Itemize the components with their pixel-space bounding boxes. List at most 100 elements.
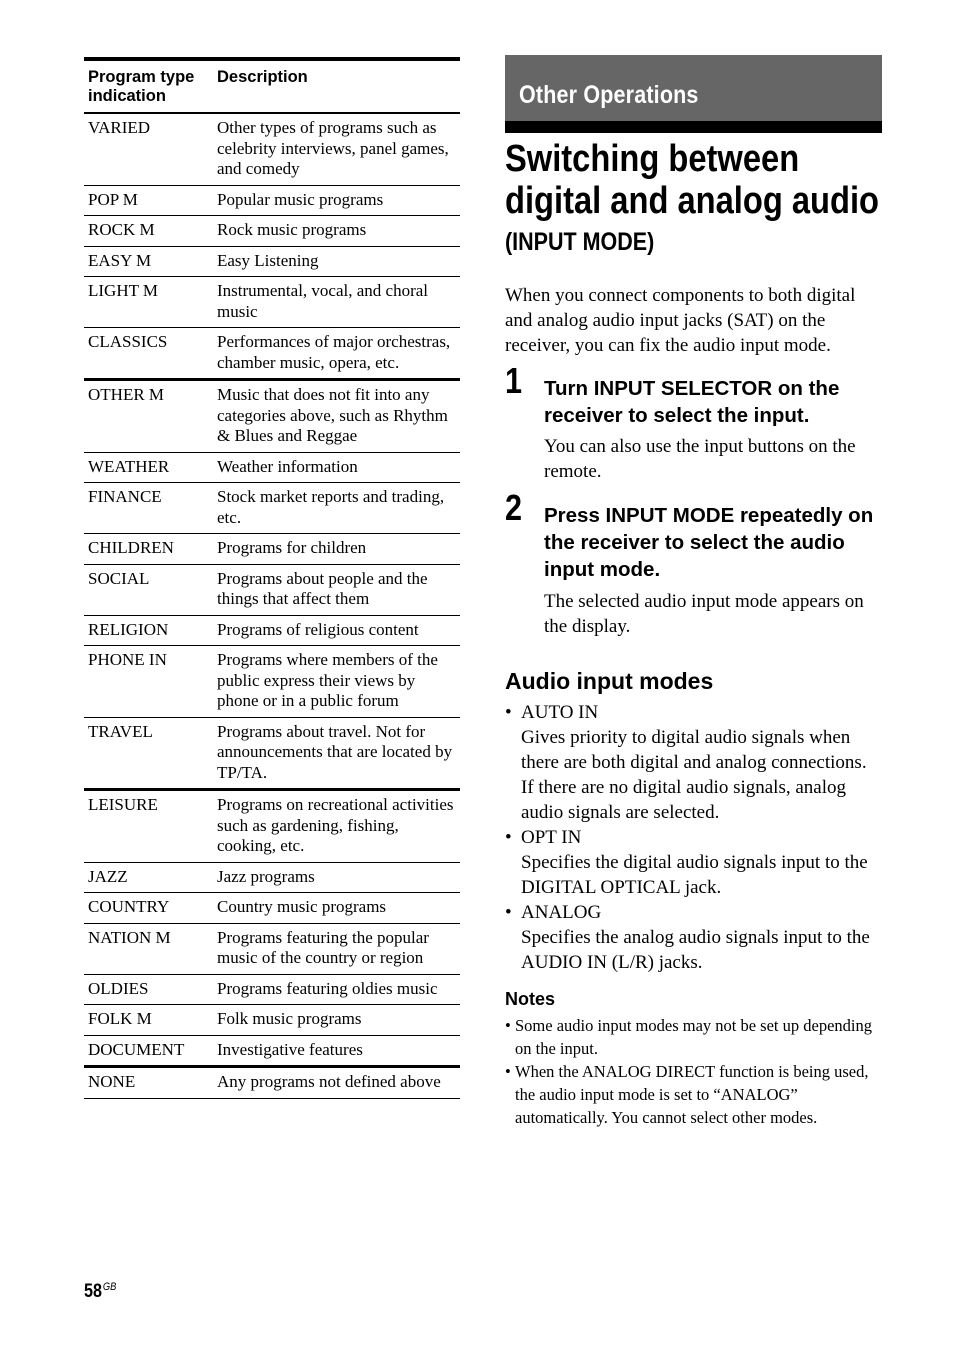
note-item: • Some audio input modes may not be set … <box>505 1014 882 1060</box>
program-type-cell: POP M <box>84 185 213 216</box>
program-type-cell: TRAVEL <box>84 717 213 790</box>
table-row: PHONE IN Programs where members of the pu… <box>84 645 460 718</box>
table-row: FINANCE Stock market reports and trading,… <box>84 482 460 534</box>
note-text: Some audio input modes may not be set up… <box>515 1016 872 1058</box>
mode-name: AUTO IN <box>521 702 599 723</box>
audio-input-modes-heading: Audio input modes <box>505 668 714 694</box>
step-2-heading: Press INPUT MODE repeatedly on the recei… <box>544 504 874 581</box>
step-1-number: 1 <box>505 360 523 401</box>
audio-input-modes-list: • AUTO IN Gives priority to digital audi… <box>505 700 882 975</box>
program-type-cell: EASY M <box>84 246 213 277</box>
table-row: NONE Any programs not defined above <box>84 1065 460 1099</box>
program-type-cell: NONE <box>84 1065 213 1099</box>
notes-list: • Some audio input modes may not be set … <box>505 1014 882 1129</box>
table-row: WEATHER Weather information <box>84 452 460 483</box>
program-type-cell: LIGHT M <box>84 276 213 328</box>
program-type-cell: COUNTRY <box>84 892 213 924</box>
step-2-number: 2 <box>505 487 523 528</box>
step-1-heading: Turn INPUT SELECTOR on the receiver to s… <box>544 377 840 427</box>
program-type-cell: RELIGION <box>84 615 213 646</box>
mode-description: Specifies the analog audio signals input… <box>521 927 870 973</box>
mode-item-analog: • ANALOG Specifies the analog audio sign… <box>505 900 882 975</box>
description-cell: Programs for children <box>213 533 460 565</box>
bullet-icon: • <box>505 702 512 723</box>
program-type-cell: OLDIES <box>84 974 213 1005</box>
description-cell: Weather information <box>213 452 460 483</box>
page-number-suffix: GB <box>102 1281 117 1293</box>
program-type-cell: CLASSICS <box>84 327 213 380</box>
description-cell: Programs about people and the things tha… <box>213 564 460 616</box>
description-cell: Folk music programs <box>213 1004 460 1036</box>
bullet-icon: • <box>505 827 512 848</box>
description-cell: Programs featuring the popular music of … <box>213 923 460 975</box>
description-cell: Performances of major orchestras, chambe… <box>213 327 460 380</box>
table-body: VARIED Other types of programs such as ce… <box>84 113 460 1099</box>
mode-description: Specifies the digital audio signals inpu… <box>521 852 868 898</box>
program-type-cell: JAZZ <box>84 862 213 893</box>
table-row: TRAVEL Programs about travel. Not for ann… <box>84 717 460 790</box>
table-row: SOCIAL Programs about people and the thin… <box>84 564 460 616</box>
table-row: LEISURE Programs on recreational activiti… <box>84 788 460 863</box>
table-row: JAZZ Jazz programs <box>84 862 460 893</box>
table-row: EASY M Easy Listening <box>84 246 460 277</box>
table-row: DOCUMENT Investigative features <box>84 1035 460 1067</box>
mode-name: ANALOG <box>521 902 602 923</box>
step-2-body: The selected audio input mode appears on… <box>544 591 864 637</box>
program-type-cell: DOCUMENT <box>84 1035 213 1067</box>
intro-paragraph: When you connect components to both digi… <box>505 285 856 356</box>
table-row: VARIED Other types of programs such as ce… <box>84 113 460 186</box>
description-cell: Instrumental, vocal, and choral music <box>213 276 460 328</box>
bullet-icon: • <box>505 902 512 923</box>
page-number-value: 58 <box>84 1281 102 1302</box>
program-type-cell: NATION M <box>84 923 213 975</box>
program-type-cell: CHILDREN <box>84 533 213 565</box>
page-subtitle: (INPUT MODE) <box>505 228 655 256</box>
bullet-icon: • <box>505 1016 511 1035</box>
description-cell: Easy Listening <box>213 246 460 277</box>
section-header-bar: Other Operations <box>505 55 882 121</box>
table-row: FOLK M Folk music programs <box>84 1004 460 1036</box>
page-number: 58GB <box>84 1281 116 1303</box>
description-cell: Programs on recreational activities such… <box>213 788 460 863</box>
description-cell: Other types of programs such as celebrit… <box>213 113 460 186</box>
table-row: CHILDREN Programs for children <box>84 533 460 565</box>
program-type-cell: ROCK M <box>84 215 213 247</box>
mode-name: OPT IN <box>521 827 582 848</box>
table-row: NATION M Programs featuring the popular m… <box>84 923 460 975</box>
program-type-cell: VARIED <box>84 113 213 186</box>
description-cell: Programs featuring oldies music <box>213 974 460 1005</box>
step-1-body: You can also use the input buttons on th… <box>544 436 856 482</box>
description-cell: Music that does not fit into any categor… <box>213 378 460 453</box>
program-type-cell: FOLK M <box>84 1004 213 1036</box>
program-type-cell: SOCIAL <box>84 564 213 616</box>
table-row: LIGHT M Instrumental, vocal, and choral m… <box>84 276 460 328</box>
table-row: OTHER M Music that does not fit into any … <box>84 378 460 453</box>
mode-item-auto-in: • AUTO IN Gives priority to digital audi… <box>505 700 882 825</box>
header-program-type: Program type indication <box>84 57 213 114</box>
mode-description: Gives priority to digital audio signals … <box>521 727 867 823</box>
mode-item-opt-in: • OPT IN Specifies the digital audio sig… <box>505 825 882 900</box>
table-row: RELIGION Programs of religious content <box>84 615 460 646</box>
description-cell: Stock market reports and trading, etc. <box>213 482 460 534</box>
description-cell: Popular music programs <box>213 185 460 216</box>
section-header-rule <box>505 121 882 133</box>
table-row: OLDIES Programs featuring oldies music <box>84 974 460 1005</box>
program-type-cell: LEISURE <box>84 788 213 863</box>
table-row: ROCK M Rock music programs <box>84 215 460 247</box>
description-cell: Rock music programs <box>213 215 460 247</box>
program-type-cell: OTHER M <box>84 378 213 453</box>
bullet-icon: • <box>505 1062 511 1081</box>
program-type-table: Program type indication Description VARI… <box>84 57 460 1099</box>
description-cell: Programs about travel. Not for announcem… <box>213 717 460 790</box>
notes-heading: Notes <box>505 989 556 1009</box>
description-cell: Programs of religious content <box>213 615 460 646</box>
program-type-cell: PHONE IN <box>84 645 213 718</box>
note-item: • When the ANALOG DIRECT function is bei… <box>505 1060 882 1129</box>
header-description: Description <box>213 57 460 114</box>
description-cell: Programs where members of the public exp… <box>213 645 460 718</box>
description-cell: Any programs not defined above <box>213 1065 460 1099</box>
table-row: COUNTRY Country music programs <box>84 892 460 924</box>
table-row: CLASSICS Performances of major orchestras… <box>84 327 460 380</box>
program-type-cell: WEATHER <box>84 452 213 483</box>
description-cell: Jazz programs <box>213 862 460 893</box>
